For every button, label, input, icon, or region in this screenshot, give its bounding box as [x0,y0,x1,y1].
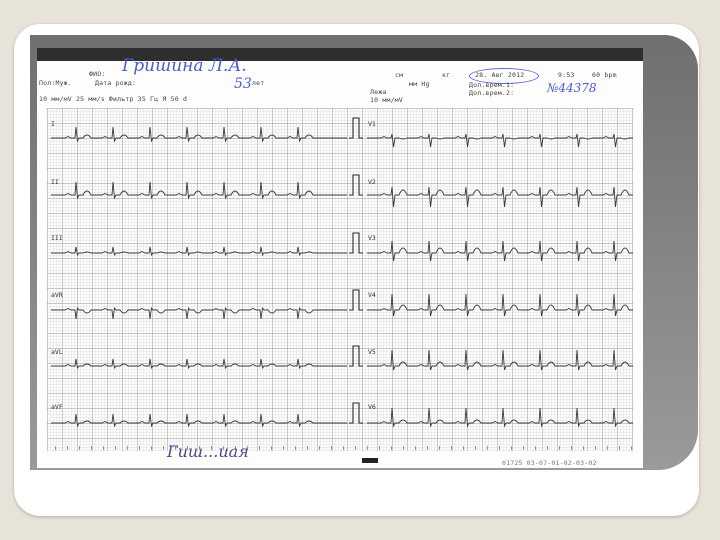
lead-label-aVF: aVF [51,403,63,411]
ecg-trace-right-2 [367,240,633,262]
lead-label-I: I [51,120,55,128]
lead-label-V3: V3 [368,234,376,242]
ecg-trace-left-2 [51,246,347,257]
ecg-trace-left-5 [51,413,347,428]
handwritten-signature: Гиш...иая [167,442,249,461]
calibration-pulse-0 [349,117,363,139]
ecg-trace-right-5 [367,407,633,428]
lead-label-V6: V6 [368,403,376,411]
ecg-traces [51,117,633,428]
ecg-trace-right-1 [367,186,633,208]
calibration-pulse-1 [349,174,363,196]
ecg-trace-right-4 [367,349,633,371]
time-tick-row [55,446,635,450]
lead-label-V4: V4 [368,291,376,299]
calibration-pulse-3 [349,289,363,311]
lead-label-aVR: aVR [51,291,63,299]
ecg-trace-left-4 [51,358,347,370]
ecg-trace-right-3 [367,293,633,317]
lead-label-III: III [51,234,63,242]
ecg-trace-left-1 [51,181,347,200]
calibration-pulse-5 [349,402,363,424]
ecg-trace-left-3 [51,306,347,320]
lead-label-II: II [51,178,59,186]
footer-code: 01725 03-07-01-02-03-02 [502,459,597,467]
lead-label-aVL: aVL [51,348,63,356]
calibration-pulse-4 [349,345,363,367]
lead-label-V5: V5 [368,348,376,356]
ecg-trace-right-0 [367,133,633,148]
footer-mark [362,458,378,463]
lead-label-V2: V2 [368,178,376,186]
ecg-trace-left-0 [51,126,347,143]
calibration-pulse-2 [349,232,363,254]
ecg-printout: ФИО: Пол:Муж. Дата рожд: лет 10 мм/мV 25… [37,48,643,468]
lead-label-V1: V1 [368,120,376,128]
